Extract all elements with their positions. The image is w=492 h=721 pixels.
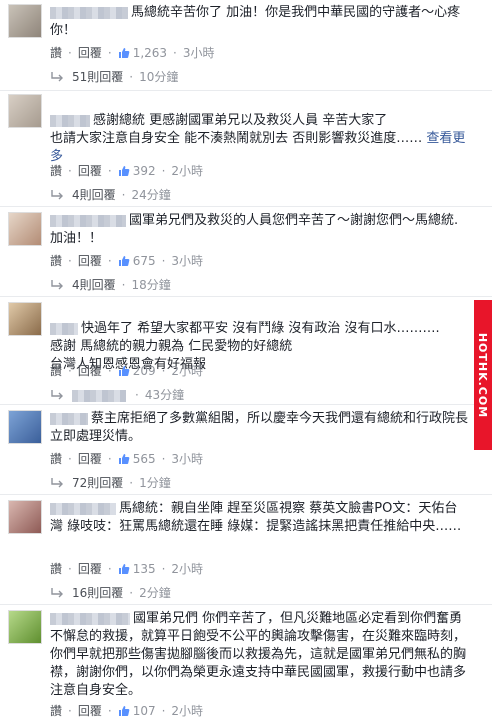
- divider: [0, 206, 492, 207]
- view-replies[interactable]: 4則回覆 · 24分鐘: [50, 186, 171, 203]
- comment-actions: 讚 · 回覆 · 209 · 2小時: [50, 364, 204, 378]
- view-replies[interactable]: 16則回覆 · 2分鐘: [50, 584, 171, 601]
- avatar[interactable]: [8, 4, 42, 38]
- view-replies[interactable]: · 43分鐘: [50, 386, 184, 403]
- timestamp[interactable]: 3小時: [183, 46, 215, 60]
- like-count[interactable]: 209: [133, 364, 156, 378]
- timestamp[interactable]: 2小時: [171, 364, 203, 378]
- comment-text: 馬總統：親自坐陣 趕至災區視察 蔡英文臉書PO文：天佑台灣 綠吱吱：狂罵馬總統還…: [50, 500, 470, 536]
- divider: [0, 494, 492, 495]
- view-replies[interactable]: 51則回覆 · 10分鐘: [50, 68, 178, 85]
- reply-link[interactable]: 回覆: [78, 562, 102, 576]
- comment-actions: 讚 · 回覆 · 675 · 3小時: [50, 254, 204, 268]
- like-count[interactable]: 107: [133, 704, 156, 718]
- author-name[interactable]: [50, 114, 90, 127]
- thumbs-up-icon: [118, 563, 130, 575]
- reply-time: 43分鐘: [144, 388, 185, 402]
- like-count[interactable]: 392: [133, 164, 156, 178]
- like-link[interactable]: 讚: [50, 562, 62, 576]
- author-name[interactable]: [50, 612, 130, 625]
- reply-count[interactable]: 4則回覆: [72, 278, 116, 292]
- reply-time: 24分鐘: [131, 188, 171, 202]
- reply-time: 10分鐘: [139, 70, 179, 84]
- author-name[interactable]: [50, 6, 128, 19]
- author-name[interactable]: [50, 214, 126, 227]
- reply-count[interactable]: 16則回覆: [72, 586, 123, 600]
- reply-time: 1分鐘: [139, 476, 171, 490]
- view-replies[interactable]: 72則回覆 · 1分鐘: [50, 474, 171, 491]
- like-count[interactable]: 565: [133, 452, 156, 466]
- timestamp[interactable]: 3小時: [171, 452, 203, 466]
- comment-text: 國軍弟兄們 你們辛苦了，但凡災難地區必定看到你們奮勇不懈怠的救援，就算平日飽受不…: [50, 610, 470, 700]
- comment-actions: 讚 · 回覆 · 1,263 · 3小時: [50, 46, 215, 60]
- like-link[interactable]: 讚: [50, 704, 62, 718]
- author-name[interactable]: [50, 412, 88, 425]
- like-link[interactable]: 讚: [50, 164, 62, 178]
- avatar[interactable]: [8, 212, 42, 246]
- avatar[interactable]: [8, 94, 42, 128]
- author-name[interactable]: [50, 502, 116, 515]
- reply-link[interactable]: 回覆: [78, 254, 102, 268]
- reply-arrow-icon: [50, 477, 64, 489]
- thumbs-up-icon: [118, 365, 130, 377]
- reply-link[interactable]: 回覆: [78, 452, 102, 466]
- thumbs-up-icon: [118, 47, 130, 59]
- comment-text: 蔡主席拒絕了多數黨組閣，所以慶幸今天我們還有總統和行政院長立即處理災情。: [50, 410, 470, 446]
- divider: [0, 404, 492, 405]
- reply-time: 2分鐘: [139, 586, 171, 600]
- timestamp[interactable]: 2小時: [171, 704, 203, 718]
- divider: [0, 296, 492, 297]
- reply-count[interactable]: 4則回覆: [72, 188, 116, 202]
- divider: [0, 604, 492, 605]
- like-link[interactable]: 讚: [50, 364, 62, 378]
- reply-arrow-icon: [50, 587, 64, 599]
- comment-text: 國軍弟兄們及救災的人員您們辛苦了～謝謝您們～馬總統.加油！！: [50, 212, 470, 248]
- comment-actions: 讚 · 回覆 · 565 · 3小時: [50, 452, 204, 466]
- reply-arrow-icon: [50, 389, 64, 401]
- comment-text: 感謝總統 更感謝國軍弟兄以及救災人員 辛苦大家了 也請大家注意自身安全 能不湊熱…: [50, 94, 470, 166]
- reply-link[interactable]: 回覆: [78, 164, 102, 178]
- timestamp[interactable]: 2小時: [171, 562, 203, 576]
- comment-text: 馬總統辛苦你了 加油！你是我們中華民國的守護者～心疼你！: [50, 4, 470, 40]
- thumbs-up-icon: [118, 705, 130, 717]
- thumbs-up-icon: [118, 255, 130, 267]
- avatar[interactable]: [8, 500, 42, 534]
- reply-arrow-icon: [50, 189, 64, 201]
- like-count[interactable]: 1,263: [133, 46, 167, 60]
- comment-body: 蔡主席拒絕了多數黨組閣，所以慶幸今天我們還有總統和行政院長立即處理災情。: [50, 411, 469, 444]
- reply-link[interactable]: 回覆: [78, 364, 102, 378]
- comment-body: 感謝總統 更感謝國軍弟兄以及救災人員 辛苦大家了 也請大家注意自身安全 能不湊熱…: [50, 113, 423, 146]
- comment-actions: 讚 · 回覆 · 107 · 2小時: [50, 704, 204, 718]
- like-link[interactable]: 讚: [50, 452, 62, 466]
- watermark-text: HOTHK.COM: [476, 332, 490, 418]
- reply-link[interactable]: 回覆: [78, 46, 102, 60]
- avatar[interactable]: [8, 302, 42, 336]
- like-count[interactable]: 675: [133, 254, 156, 268]
- timestamp[interactable]: 3小時: [171, 254, 203, 268]
- view-replies[interactable]: 4則回覆 · 18分鐘: [50, 276, 171, 293]
- like-link[interactable]: 讚: [50, 46, 62, 60]
- reply-arrow-icon: [50, 279, 64, 291]
- thumbs-up-icon: [118, 165, 130, 177]
- reply-arrow-icon: [50, 71, 64, 83]
- like-link[interactable]: 讚: [50, 254, 62, 268]
- divider: [0, 90, 492, 91]
- avatar[interactable]: [8, 610, 42, 644]
- reply-time: 18分鐘: [131, 278, 171, 292]
- author-name[interactable]: [50, 322, 78, 335]
- avatar[interactable]: [8, 410, 42, 444]
- site-watermark: HOTHK.COM: [474, 300, 492, 450]
- reply-count[interactable]: 72則回覆: [72, 476, 123, 490]
- like-count[interactable]: 135: [133, 562, 156, 576]
- timestamp[interactable]: 2小時: [171, 164, 203, 178]
- reply-count[interactable]: 51則回覆: [72, 70, 123, 84]
- comment-actions: 讚 · 回覆 · 392 · 2小時: [50, 164, 204, 178]
- thumbs-up-icon: [118, 453, 130, 465]
- comment-actions: 讚 · 回覆 · 135 · 2小時: [50, 562, 204, 576]
- reply-authors[interactable]: [72, 389, 126, 402]
- reply-link[interactable]: 回覆: [78, 704, 102, 718]
